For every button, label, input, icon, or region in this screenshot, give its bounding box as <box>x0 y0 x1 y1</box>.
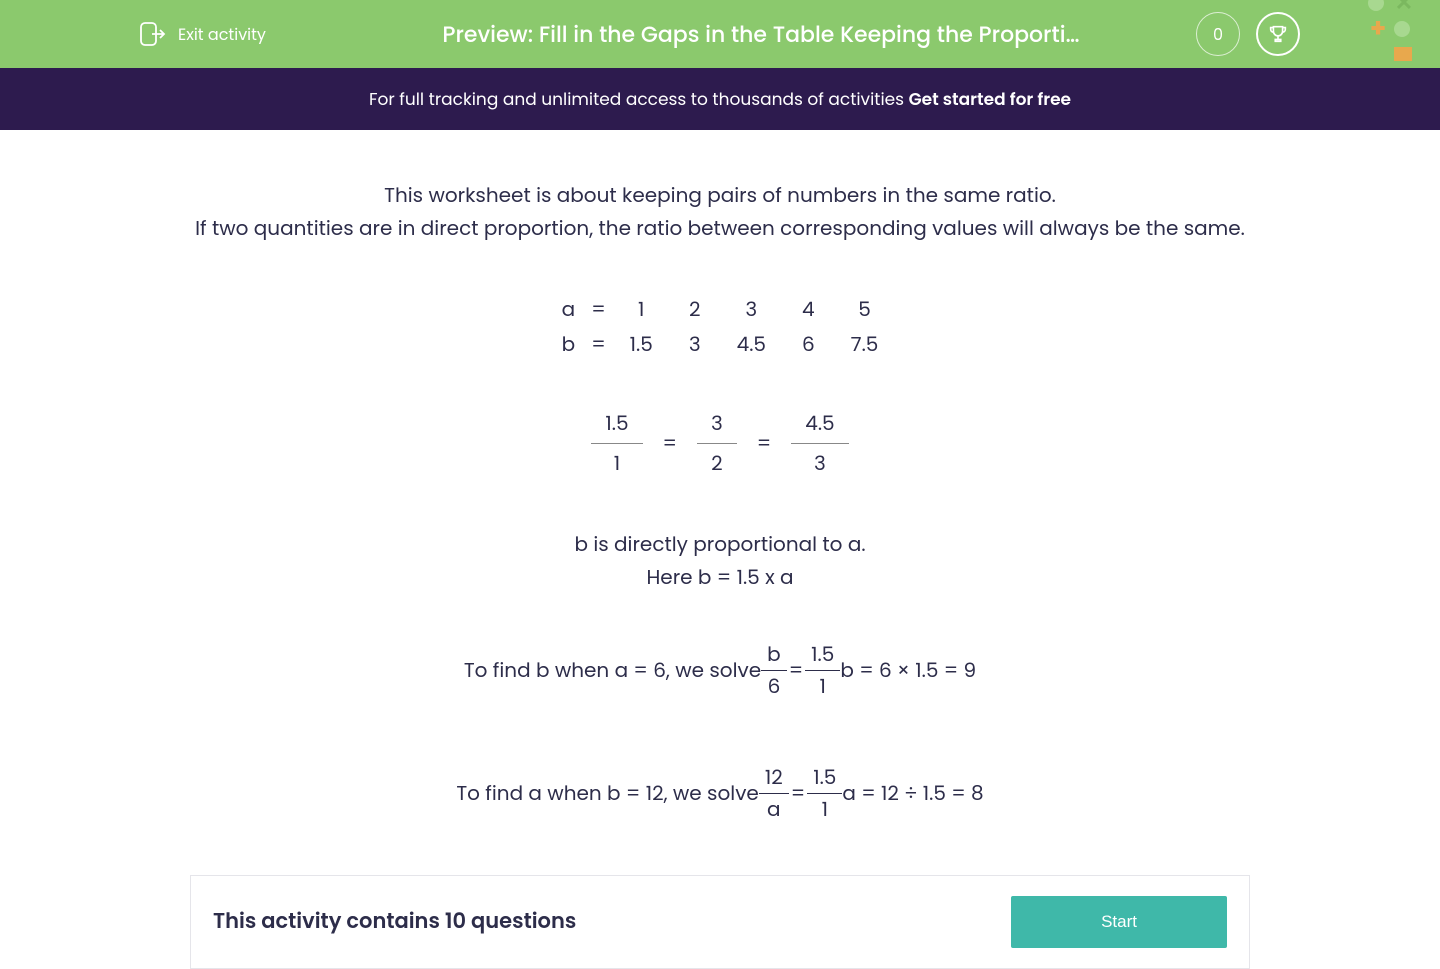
denominator: 1 <box>600 444 634 483</box>
solve-suffix: a = 12 ÷ 1.5 = 8 <box>842 778 983 809</box>
denominator: 1 <box>814 671 832 702</box>
numerator: 4.5 <box>791 404 848 444</box>
fraction: 4.5 3 <box>791 404 848 483</box>
fraction-equation: 1.5 1 = 3 2 = 4.5 3 <box>190 404 1250 483</box>
cell: 1.5 <box>612 327 671 362</box>
main-content: This worksheet is about keeping pairs of… <box>170 130 1270 969</box>
numerator: 1.5 <box>805 639 840 671</box>
header-right: 0 <box>1196 12 1300 56</box>
numerator: 12 <box>759 762 789 794</box>
solve-row-1: To find b when a = 6, we solve b 6 = 1.5… <box>190 639 1250 702</box>
equals-sign: = <box>753 428 775 459</box>
start-button[interactable]: Start <box>1011 896 1227 948</box>
cell: 7.5 <box>833 327 897 362</box>
promo-text: For full tracking and unlimited access t… <box>369 87 909 111</box>
denominator: 1 <box>816 794 834 825</box>
trophy-icon <box>1267 23 1289 45</box>
promo-banner: For full tracking and unlimited access t… <box>0 68 1440 130</box>
numerator: 1.5 <box>591 404 642 444</box>
cell: 3 <box>671 327 719 362</box>
cell: 4 <box>784 292 833 327</box>
mid-line-1: b is directly proportional to a. <box>190 529 1250 560</box>
fraction: b 6 <box>761 639 787 702</box>
mid-line-2: Here b = 1.5 x a <box>190 562 1250 593</box>
fraction: 12 a <box>759 762 789 825</box>
row-eq: = <box>585 292 611 327</box>
cell: 3 <box>719 292 784 327</box>
question-count: This activity contains 10 questions <box>213 906 576 939</box>
cell: 6 <box>784 327 833 362</box>
fraction: 1.5 1 <box>807 762 842 825</box>
cell: 2 <box>671 292 719 327</box>
cell: 1 <box>612 292 671 327</box>
row-label-b: b <box>544 327 586 362</box>
fraction: 1.5 1 <box>805 639 840 702</box>
exit-label: Exit activity <box>178 22 266 47</box>
solve-row-2: To find a when b = 12, we solve 12 a = 1… <box>190 762 1250 825</box>
numerator: 1.5 <box>807 762 842 794</box>
table-row: b = 1.5 3 4.5 6 7.5 <box>544 327 897 362</box>
page-title: Preview: Fill in the Gaps in the Table K… <box>326 18 1196 51</box>
trophy-badge[interactable] <box>1256 12 1300 56</box>
exit-activity-button[interactable]: Exit activity <box>140 22 266 47</box>
row-eq: = <box>585 327 611 362</box>
numerator: b <box>761 639 787 671</box>
exit-icon <box>140 22 166 46</box>
solve-suffix: b = 6 × 1.5 = 9 <box>840 655 976 686</box>
cell: 4.5 <box>719 327 784 362</box>
denominator: 2 <box>697 444 737 483</box>
mid-text: b is directly proportional to a. Here b … <box>190 529 1250 593</box>
score-badge[interactable]: 0 <box>1196 12 1240 56</box>
intro-line-2: If two quantities are in direct proporti… <box>190 213 1250 244</box>
denominator: 3 <box>800 444 840 483</box>
solve-prefix: To find a when b = 12, we solve <box>456 778 759 809</box>
numerator: 3 <box>697 404 737 444</box>
equals-sign: = <box>659 428 681 459</box>
activity-footer: This activity contains 10 questions Star… <box>190 875 1250 969</box>
equals-sign: = <box>789 778 807 809</box>
ratio-table: a = 1 2 3 4 5 b = 1.5 3 4.5 6 7.5 <box>544 292 897 362</box>
table-row: a = 1 2 3 4 5 <box>544 292 897 327</box>
cell: 5 <box>833 292 897 327</box>
denominator: a <box>761 794 787 825</box>
denominator: 6 <box>762 671 787 702</box>
header-decoration: ✕ + <box>1368 0 1440 67</box>
equals-sign: = <box>787 655 805 686</box>
row-label-a: a <box>544 292 586 327</box>
solve-prefix: To find b when a = 6, we solve <box>464 655 761 686</box>
fraction: 1.5 1 <box>591 404 642 483</box>
fraction: 3 2 <box>697 404 737 483</box>
promo-cta[interactable]: Get started for free <box>909 87 1071 111</box>
intro-line-1: This worksheet is about keeping pairs of… <box>190 180 1250 211</box>
app-header: Exit activity Preview: Fill in the Gaps … <box>0 0 1440 68</box>
